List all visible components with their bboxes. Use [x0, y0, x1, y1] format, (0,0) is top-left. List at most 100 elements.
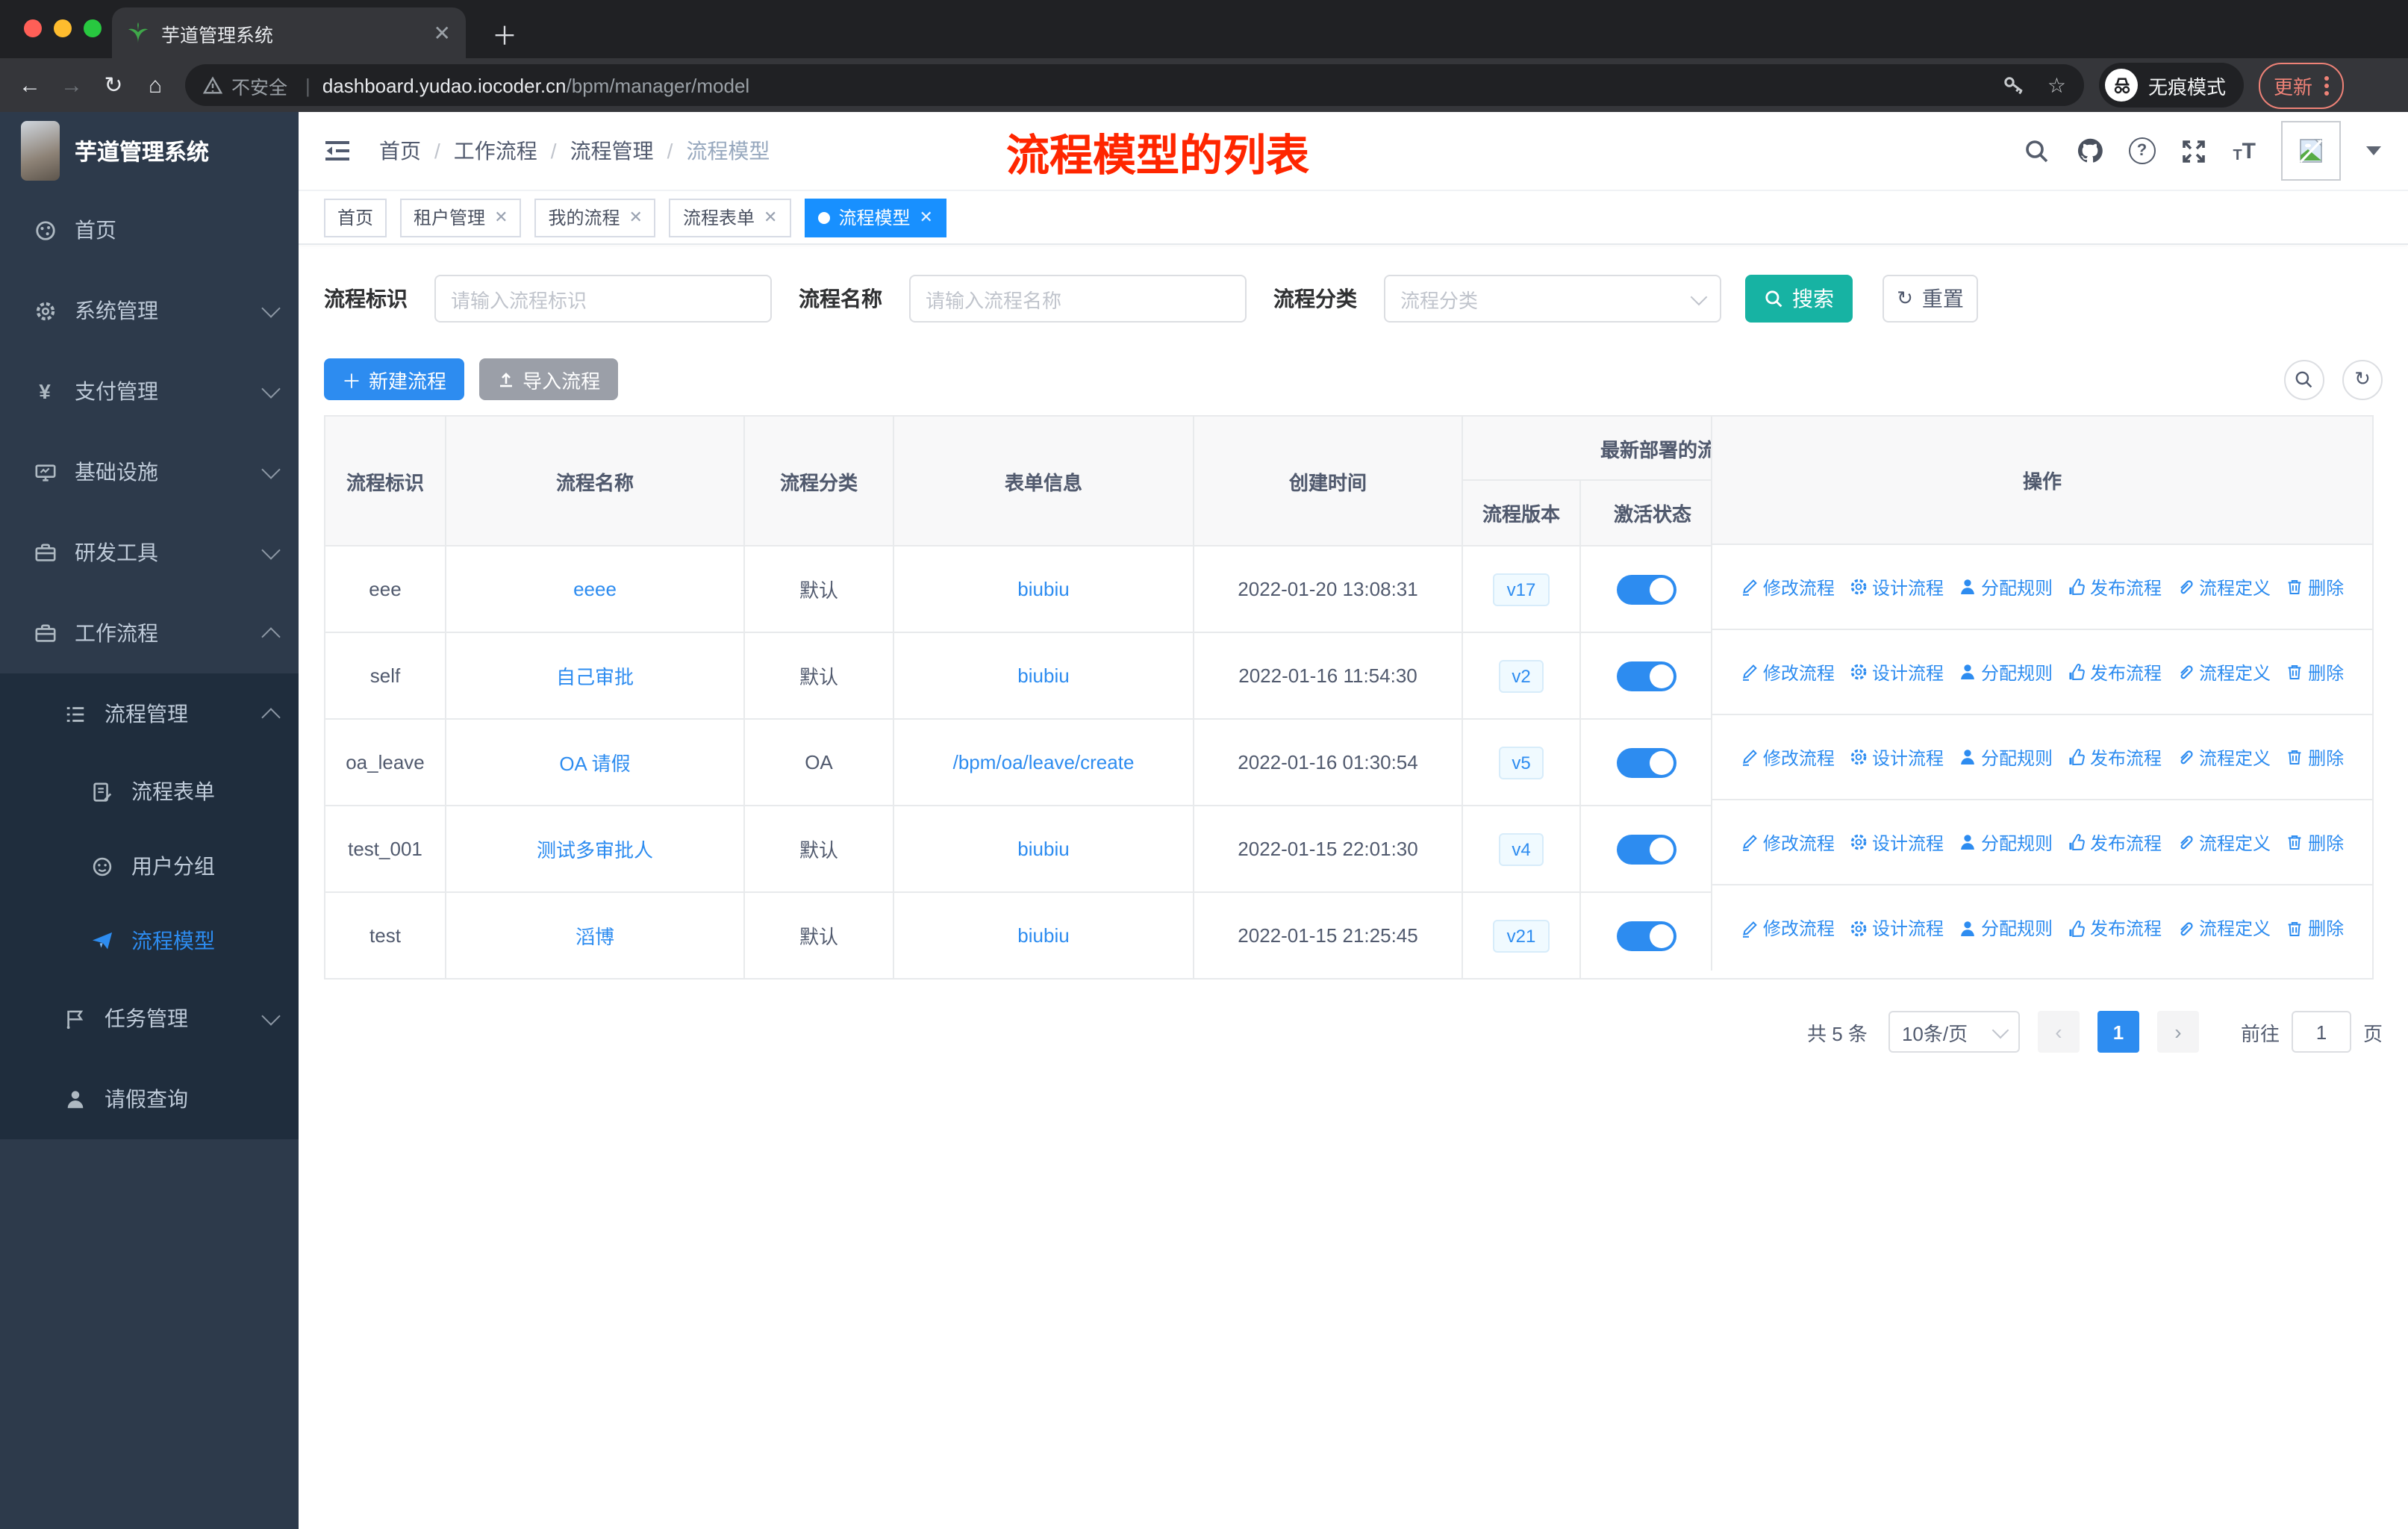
active-toggle[interactable] [1616, 747, 1676, 777]
op-link-edit[interactable]: 修改流程 [1741, 574, 1835, 600]
update-label[interactable]: 更新 [2274, 71, 2312, 99]
op-link-trash[interactable]: 删除 [2286, 574, 2344, 600]
sidebar-item-infra[interactable]: 基础设施 [0, 432, 299, 512]
sidebar-item-home[interactable]: 首页 [0, 190, 299, 270]
breadcrumb-item[interactable]: 首页 [379, 136, 421, 166]
password-key-icon[interactable] [2003, 73, 2027, 97]
browser-tab[interactable]: 芋道管理系统 ✕ [112, 7, 466, 58]
op-link-user[interactable]: 分配规则 [1959, 574, 2053, 600]
cell-process-name-link[interactable]: 自己审批 [446, 633, 745, 718]
sidebar-item-user-group[interactable]: 用户分组 [0, 829, 299, 903]
tag-tenant[interactable]: 租户管理 ✕ [400, 198, 522, 237]
process-name-input[interactable]: 请输入流程名称 [909, 275, 1247, 323]
op-link-gear[interactable]: 设计流程 [1850, 915, 1944, 941]
op-link-gear[interactable]: 设计流程 [1850, 659, 1944, 685]
op-link-edit[interactable]: 修改流程 [1741, 659, 1835, 685]
op-link-paperclip[interactable]: 流程定义 [2177, 659, 2271, 685]
cell-process-name-link[interactable]: 测试多审批人 [446, 806, 745, 891]
tag-home[interactable]: 首页 [324, 198, 387, 237]
op-link-user[interactable]: 分配规则 [1959, 915, 2053, 941]
tag-process-form[interactable]: 流程表单 ✕ [669, 198, 791, 237]
op-link-trash[interactable]: 删除 [2286, 915, 2344, 941]
sidebar-item-leave-query[interactable]: 请假查询 [0, 1059, 299, 1139]
sidebar-item-system[interactable]: 系统管理 [0, 270, 299, 351]
close-window-button[interactable] [24, 19, 42, 37]
github-icon[interactable] [2076, 137, 2103, 164]
tag-close-icon[interactable]: ✕ [764, 208, 777, 227]
op-link-paperclip[interactable]: 流程定义 [2177, 574, 2271, 600]
maximize-window-button[interactable] [84, 19, 102, 37]
cell-form-link[interactable]: biubiu [894, 633, 1194, 718]
op-link-user[interactable]: 分配规则 [1959, 829, 2053, 855]
home-button[interactable]: ⌂ [134, 72, 176, 98]
sidebar-item-task-mgmt[interactable]: 任务管理 [0, 978, 299, 1059]
browser-update-button[interactable]: 更新 [2259, 62, 2345, 108]
sidebar-item-workflow[interactable]: 工作流程 [0, 593, 299, 673]
op-link-edit[interactable]: 修改流程 [1741, 744, 1835, 770]
op-link-trash[interactable]: 删除 [2286, 744, 2344, 770]
active-toggle[interactable] [1616, 574, 1676, 604]
op-link-trash[interactable]: 删除 [2286, 659, 2344, 685]
cell-form-link[interactable]: biubiu [894, 893, 1194, 978]
new-tab-button[interactable]: ＋ [485, 13, 524, 52]
minimize-window-button[interactable] [54, 19, 72, 37]
cell-process-name-link[interactable]: 滔博 [446, 893, 745, 978]
cell-form-link[interactable]: biubiu [894, 806, 1194, 891]
sidebar-item-payment[interactable]: ¥ 支付管理 [0, 351, 299, 432]
refresh-table-button[interactable]: ↻ [2342, 359, 2383, 399]
font-size-icon[interactable]: TT [2233, 138, 2256, 164]
op-link-gear[interactable]: 设计流程 [1850, 829, 1944, 855]
url-bar[interactable]: 不安全 | dashboard.yudao.iocoder.cn/bpm/man… [185, 64, 2084, 106]
op-link-paperclip[interactable]: 流程定义 [2177, 829, 2271, 855]
collapse-sidebar-icon[interactable] [322, 136, 352, 166]
op-link-publish[interactable]: 发布流程 [2068, 829, 2162, 855]
breadcrumb-item[interactable]: 工作流程 [454, 136, 537, 166]
tag-close-icon[interactable]: ✕ [919, 208, 932, 227]
forward-button[interactable]: → [51, 72, 93, 98]
process-id-input[interactable]: 请输入流程标识 [434, 275, 772, 323]
breadcrumb-item[interactable]: 流程管理 [570, 136, 654, 166]
op-link-gear[interactable]: 设计流程 [1850, 744, 1944, 770]
tag-close-icon[interactable]: ✕ [494, 208, 508, 227]
page-size-select[interactable]: 10条/页 [1888, 1011, 2020, 1053]
op-link-edit[interactable]: 修改流程 [1741, 915, 1835, 941]
active-toggle[interactable] [1616, 921, 1676, 950]
op-link-user[interactable]: 分配规则 [1959, 744, 2053, 770]
cell-process-name-link[interactable]: eeee [446, 546, 745, 632]
window-controls[interactable] [24, 19, 102, 37]
active-toggle[interactable] [1616, 834, 1676, 864]
avatar-caret-icon[interactable] [2366, 146, 2381, 155]
tag-my-process[interactable]: 我的流程 ✕ [534, 198, 656, 237]
next-page-button[interactable]: › [2156, 1011, 2199, 1053]
search-button[interactable]: 搜索 [1745, 275, 1853, 323]
op-link-publish[interactable]: 发布流程 [2068, 659, 2162, 685]
active-toggle[interactable] [1616, 661, 1676, 691]
goto-page-input[interactable]: 1 [2291, 1011, 2351, 1053]
cell-process-name-link[interactable]: OA 请假 [446, 720, 745, 805]
sidebar-item-process-mgmt[interactable]: 流程管理 [0, 673, 299, 754]
tag-close-icon[interactable]: ✕ [629, 208, 643, 227]
current-page-button[interactable]: 1 [2097, 1011, 2139, 1053]
op-link-publish[interactable]: 发布流程 [2068, 744, 2162, 770]
sidebar-item-devtools[interactable]: 研发工具 [0, 512, 299, 593]
op-link-publish[interactable]: 发布流程 [2068, 574, 2162, 600]
back-button[interactable]: ← [9, 72, 51, 98]
op-link-user[interactable]: 分配规则 [1959, 659, 2053, 685]
op-link-paperclip[interactable]: 流程定义 [2177, 744, 2271, 770]
sidebar-item-process-form[interactable]: 流程表单 [0, 754, 299, 829]
fullscreen-icon[interactable] [2180, 137, 2207, 164]
reset-button[interactable]: ↻ 重置 [1883, 275, 1978, 323]
op-link-trash[interactable]: 删除 [2286, 829, 2344, 855]
create-process-button[interactable]: ＋ 新建流程 [324, 358, 465, 400]
reload-button[interactable]: ↻ [93, 72, 134, 99]
avatar[interactable] [2281, 121, 2341, 181]
toggle-search-button[interactable] [2284, 359, 2324, 399]
cell-form-link[interactable]: biubiu [894, 546, 1194, 632]
help-icon[interactable]: ? [2128, 137, 2156, 164]
import-process-button[interactable]: 导入流程 [479, 358, 619, 400]
tag-process-model-active[interactable]: 流程模型 ✕ [804, 198, 946, 237]
bookmark-star-icon[interactable]: ☆ [2047, 72, 2066, 98]
search-icon[interactable] [2024, 137, 2050, 164]
browser-menu-icon[interactable] [2324, 75, 2330, 95]
tab-close-icon[interactable]: ✕ [434, 20, 451, 46]
